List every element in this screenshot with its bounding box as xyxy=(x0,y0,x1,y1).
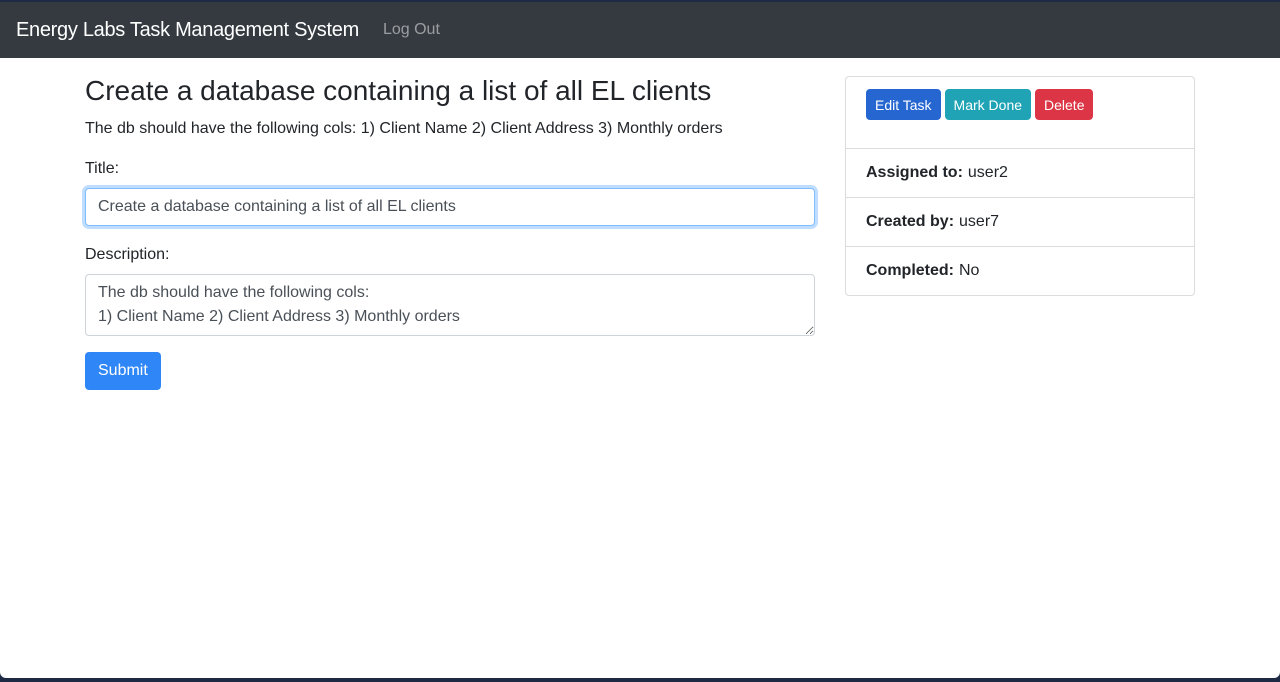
navbar-brand[interactable]: Energy Labs Task Management System xyxy=(16,19,359,42)
detail-assigned-to: Assigned to: user2 xyxy=(846,149,1194,198)
title-label: Title: xyxy=(85,160,120,177)
description-label: Description: xyxy=(85,246,170,263)
description-textarea[interactable]: The db should have the following cols: 1… xyxy=(85,274,815,336)
detail-label: Completed: xyxy=(866,262,954,279)
detail-label: Assigned to: xyxy=(866,164,963,181)
delete-button[interactable]: Delete xyxy=(1035,89,1094,120)
logout-link[interactable]: Log Out xyxy=(383,21,440,39)
task-edit-panel: Create a database containing a list of a… xyxy=(85,74,815,390)
detail-created-by: Created by: user7 xyxy=(846,198,1194,247)
title-input[interactable] xyxy=(85,188,815,226)
task-edit-form: Title: Description: The db should have t… xyxy=(85,158,815,390)
top-navbar: Energy Labs Task Management System Log O… xyxy=(0,2,1280,58)
detail-value: No xyxy=(959,262,980,279)
detail-completed: Completed: No xyxy=(846,247,1194,295)
app-window: Energy Labs Task Management System Log O… xyxy=(0,2,1280,678)
task-actions: Edit Task Mark Done Delete xyxy=(846,77,1194,149)
mark-done-button[interactable]: Mark Done xyxy=(944,89,1032,120)
detail-label: Created by: xyxy=(866,213,955,230)
detail-value: user7 xyxy=(959,213,1000,230)
detail-value: user2 xyxy=(967,164,1008,181)
page-title: Create a database containing a list of a… xyxy=(85,75,712,106)
task-details-card: Edit Task Mark Done Delete Assigned to: … xyxy=(845,76,1195,296)
submit-button[interactable]: Submit xyxy=(85,352,161,390)
edit-task-button[interactable]: Edit Task xyxy=(866,89,941,120)
task-description-text: The db should have the following cols: 1… xyxy=(85,120,723,137)
